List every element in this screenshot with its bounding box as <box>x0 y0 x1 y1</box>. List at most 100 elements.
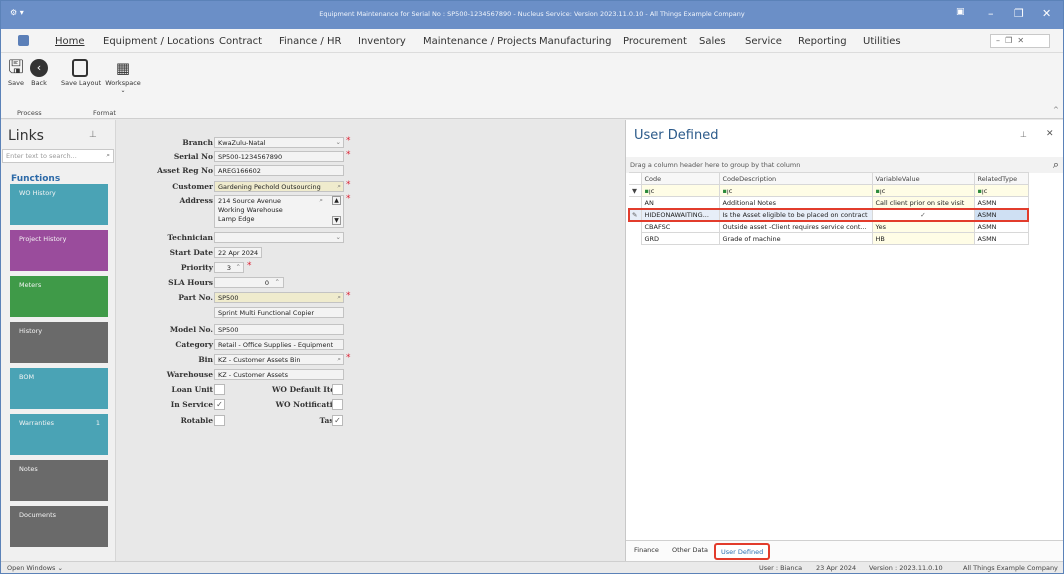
menu-reporting[interactable]: Reporting <box>798 36 847 47</box>
cell-code[interactable]: HIDEONAWAITING... <box>640 208 720 221</box>
menu-inventory[interactable]: Inventory <box>358 36 406 47</box>
save-button[interactable]: 🖫 Save <box>5 57 27 87</box>
tab-finance[interactable]: Finance <box>634 546 659 554</box>
address-line-2: Working Warehouse <box>218 206 283 214</box>
cell-variablevalue[interactable]: Call client prior on site visit <box>871 196 975 209</box>
in-service-checkbox[interactable]: ✓ <box>214 399 225 410</box>
asset-reg-input[interactable]: AREG166602 <box>214 165 344 176</box>
link-tile-label: Notes <box>19 465 38 473</box>
serial-input[interactable]: SP500-1234567890 <box>214 151 344 162</box>
table-row[interactable]: GRD Grade of machine HB ASMN <box>629 232 1029 245</box>
minimize-button[interactable]: – <box>988 7 994 20</box>
link-tile-project-history[interactable]: Project History <box>10 230 108 271</box>
scroll-down-icon[interactable]: ▼ <box>332 216 341 225</box>
workspace-button[interactable]: ▦ Workspace ⌄ <box>103 57 143 94</box>
cell-codedescription[interactable]: Grade of machine <box>718 232 873 245</box>
layout-icon[interactable]: ▣ <box>956 7 965 17</box>
menu-manufacturing[interactable]: Manufacturing <box>539 36 611 47</box>
menu-home[interactable]: Home <box>55 36 85 47</box>
technician-select[interactable]: ⌄ <box>214 232 344 243</box>
cell-relatedtype[interactable]: ASMN <box>973 220 1029 233</box>
filter-cell-codedescription[interactable]: ▪ꞁc <box>718 184 873 197</box>
link-tile-notes[interactable]: Notes <box>10 460 108 501</box>
bin-lookup[interactable]: KZ - Customer Assets Bin ⌕ <box>214 354 344 365</box>
table-row[interactable]: CBAFSC Outside asset -Client requires ser… <box>629 220 1029 233</box>
link-tile-history[interactable]: History <box>10 322 108 363</box>
cell-variablevalue[interactable]: ✓ <box>871 208 975 221</box>
part-no-lookup[interactable]: SP500 ⌕ <box>214 292 344 303</box>
filter-icon[interactable]: ▼ <box>629 184 642 197</box>
collapse-ribbon-icon[interactable]: ^ <box>1053 106 1059 114</box>
checkmark-icon: ✓ <box>920 210 926 219</box>
sla-hours-value: 0 <box>264 279 269 287</box>
cell-code[interactable]: GRD <box>640 232 720 245</box>
wo-notification-checkbox[interactable] <box>332 399 343 410</box>
status-bar: Open Windows ⌄ User : Bianca 23 Apr 2024… <box>1 561 1063 573</box>
child-window-controls[interactable]: – ❐ ✕ <box>990 34 1050 48</box>
address-input[interactable]: 214 Source Avenue Working Warehouse Lamp… <box>214 195 344 228</box>
pin-icon[interactable]: ⊥ <box>89 130 97 140</box>
cell-codedescription[interactable]: Is the Asset eligible to be placed on co… <box>718 208 873 221</box>
group-by-bar[interactable]: Drag a column header here to group by th… <box>626 157 1063 173</box>
menu-equipment-locations[interactable]: Equipment / Locations <box>103 36 215 47</box>
tasks-checkbox[interactable]: ✓ <box>332 415 343 426</box>
link-tile-wo-history[interactable]: WO History <box>10 184 108 225</box>
warehouse-field[interactable]: KZ - Customer Assets <box>214 369 344 380</box>
link-tile-warranties[interactable]: Warranties 1 <box>10 414 108 455</box>
menu-procurement[interactable]: Procurement <box>623 36 687 47</box>
priority-spinner[interactable]: 3 ⌃ <box>214 262 244 273</box>
model-no-label: Model No. <box>169 325 213 334</box>
priority-label: Priority <box>180 263 213 272</box>
menu-contract[interactable]: Contract <box>219 36 262 47</box>
menu-service[interactable]: Service <box>745 36 782 47</box>
link-tile-bom[interactable]: BOM <box>10 368 108 409</box>
cell-code[interactable]: CBAFSC <box>640 220 720 233</box>
open-windows-button[interactable]: Open Windows ⌄ <box>7 564 63 572</box>
menu-maintenance-projects[interactable]: Maintenance / Projects <box>423 36 537 47</box>
column-header-variablevalue[interactable]: VariableValue <box>871 172 975 185</box>
cell-code[interactable]: AN <box>640 196 720 209</box>
column-header-relatedtype[interactable]: RelatedType <box>973 172 1029 185</box>
filter-cell-code[interactable]: ▪ꞁc <box>640 184 720 197</box>
back-button[interactable]: ‹ Back <box>28 57 50 87</box>
cell-relatedtype[interactable]: ASMN <box>973 232 1029 245</box>
column-header-code[interactable]: Code <box>640 172 720 185</box>
filter-cell-relatedtype[interactable]: ▪ꞁc <box>973 184 1029 197</box>
category-field[interactable]: Retail - Office Supplies - Equipment <box>214 339 344 350</box>
loan-unit-checkbox[interactable] <box>214 384 225 395</box>
restore-button[interactable]: ❐ <box>1014 7 1024 20</box>
table-row[interactable]: ✎ HIDEONAWAITING... Is the Asset eligible … <box>628 207 1029 222</box>
sla-hours-spinner[interactable]: 0 ⌃ <box>214 277 284 288</box>
search-icon[interactable]: ⌕ <box>1053 158 1059 172</box>
functions-heading: Functions <box>11 174 61 184</box>
cell-codedescription[interactable]: Additional Notes <box>718 196 873 209</box>
tab-other-data[interactable]: Other Data <box>672 546 708 554</box>
wo-default-item-checkbox[interactable] <box>332 384 343 395</box>
rotable-checkbox[interactable] <box>214 415 225 426</box>
cell-variablevalue[interactable]: HB <box>871 232 975 245</box>
menu-finance-hr[interactable]: Finance / HR <box>279 36 341 47</box>
close-icon[interactable]: ✕ <box>1046 129 1054 139</box>
links-search-input[interactable]: Enter text to search... ⌕ <box>2 149 114 163</box>
column-header-codedescription[interactable]: CodeDescription <box>718 172 873 185</box>
cell-variablevalue[interactable]: Yes <box>871 220 975 233</box>
link-tile-meters[interactable]: Meters <box>10 276 108 317</box>
cell-relatedtype[interactable]: ASMN <box>973 196 1029 209</box>
scroll-up-icon[interactable]: ▲ <box>332 196 341 205</box>
link-tile-documents[interactable]: Documents <box>10 506 108 547</box>
cell-relatedtype[interactable]: ASMN <box>973 208 1029 221</box>
close-button[interactable]: ✕ <box>1042 7 1051 20</box>
chevron-down-icon[interactable]: ⌄ <box>250 247 256 255</box>
menu-sales[interactable]: Sales <box>699 36 726 47</box>
branch-select[interactable]: KwaZulu-Natal ⌄ <box>214 137 344 148</box>
customer-lookup[interactable]: Gardening Pechold Outsourcing ⌕ <box>214 181 344 192</box>
save-layout-button[interactable]: Save Layout <box>61 57 101 87</box>
table-row[interactable]: AN Additional Notes Call client prior on s… <box>629 196 1029 209</box>
pin-icon[interactable]: ⊥ <box>1020 130 1027 139</box>
tab-user-defined[interactable]: User Defined <box>714 543 771 560</box>
filter-cell-variablevalue[interactable]: ▪ꞁc <box>871 184 975 197</box>
cell-codedescription[interactable]: Outside asset -Client requires service c… <box>718 220 873 233</box>
row-indicator <box>629 232 642 245</box>
menu-utilities[interactable]: Utilities <box>863 36 901 47</box>
model-no-field[interactable]: SP500 <box>214 324 344 335</box>
